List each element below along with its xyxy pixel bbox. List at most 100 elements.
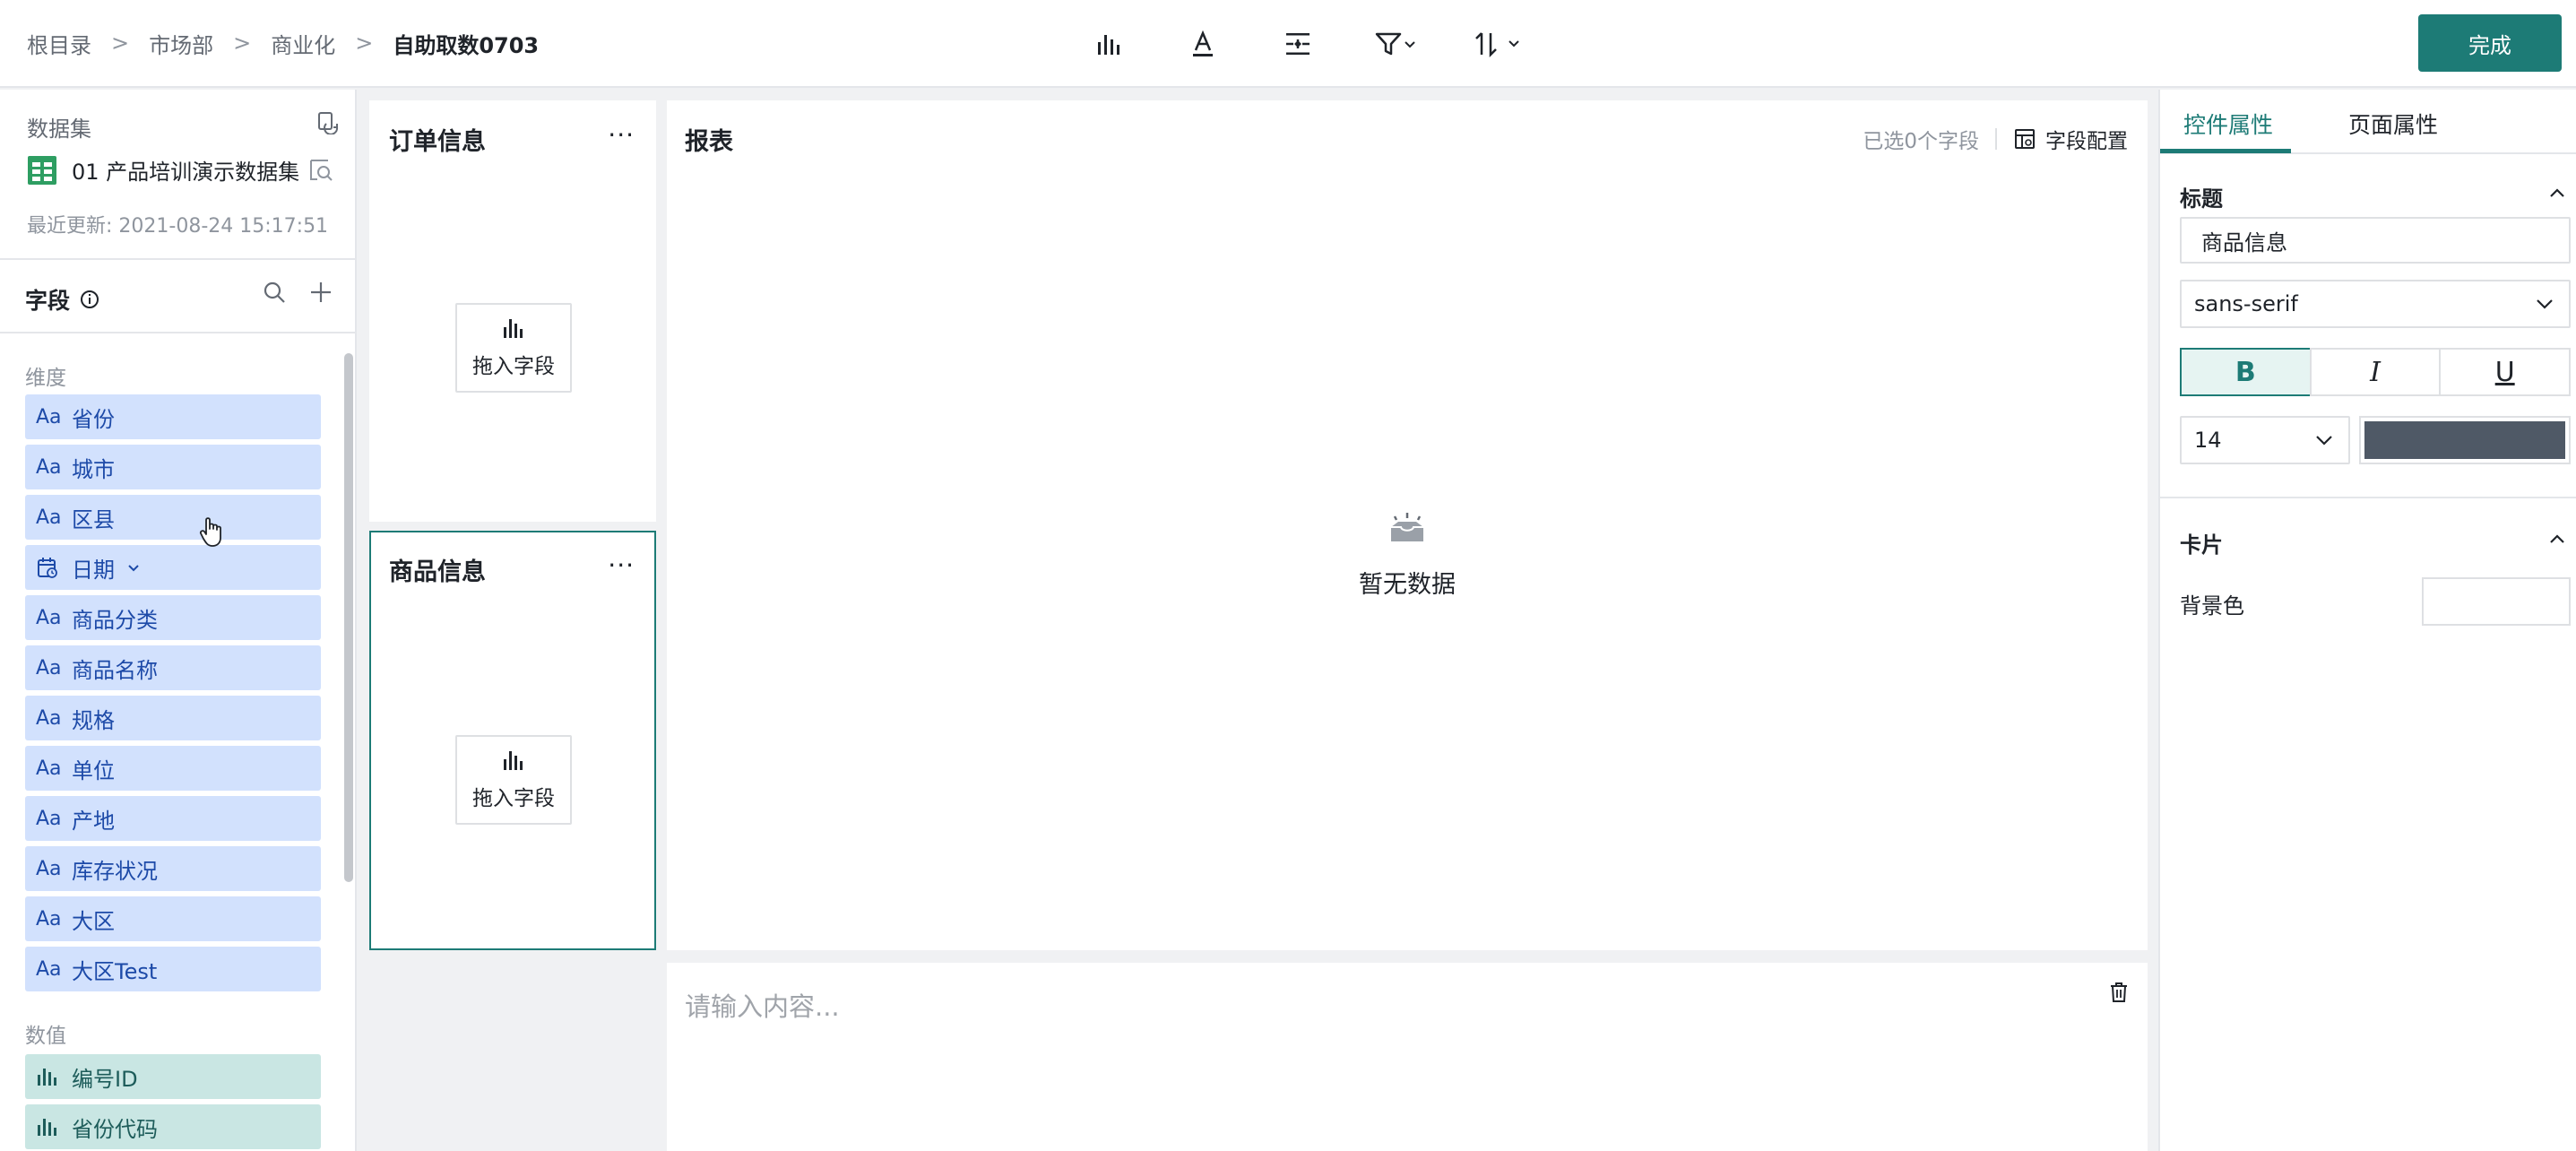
dimension-field[interactable]: Aa 规格 [25, 696, 321, 740]
card-title: 订单信息 [389, 128, 486, 156]
search-icon[interactable] [262, 280, 287, 305]
background-color-picker[interactable] [2422, 577, 2571, 626]
trash-icon[interactable] [2108, 981, 2130, 1004]
field-name: 大区 [72, 908, 115, 934]
dimension-field-date[interactable]: 日期 [25, 545, 321, 590]
insert-text-button[interactable] [1174, 23, 1232, 65]
insert-divider-icon [1286, 33, 1310, 55]
field-list-scrollbar[interactable] [344, 353, 353, 882]
text-widget[interactable]: 请输入内容... [667, 963, 2148, 1151]
field-name: 城市 [72, 456, 115, 482]
calendar-icon [36, 556, 72, 579]
field-header: 字段 [25, 283, 100, 316]
dimension-field[interactable]: Aa 大区 [25, 896, 321, 941]
title-section-label: 标题 [2180, 186, 2223, 212]
field-name: 商品名称 [72, 657, 158, 683]
dimension-field[interactable]: Aa 单位 [25, 746, 321, 791]
order-info-card[interactable]: 订单信息 ··· 拖入字段 [369, 100, 656, 522]
italic-button[interactable]: I [2309, 348, 2442, 396]
report-title: 报表 [685, 128, 733, 156]
text-type-icon: Aa [36, 907, 62, 930]
drop-zone-label: 拖入字段 [472, 355, 555, 378]
dataset-name: 01 产品培训演示数据集 [72, 160, 300, 185]
field-name: 省份 [72, 406, 115, 432]
dimension-field[interactable]: Aa 城市 [25, 445, 321, 489]
title-color-fill [2364, 421, 2565, 459]
field-config-button[interactable]: 字段配置 [2013, 124, 2128, 154]
insert-chart-button[interactable] [1079, 23, 1137, 65]
card-section-label: 卡片 [2180, 532, 2223, 558]
add-icon[interactable] [308, 280, 333, 305]
active-tab-indicator [2160, 149, 2291, 153]
dimension-field[interactable]: Aa 产地 [25, 796, 321, 841]
dimension-field[interactable]: Aa 区县 [25, 495, 321, 540]
tab-widget-properties[interactable]: 控件属性 [2183, 108, 2273, 140]
field-name: 省份代码 [72, 1116, 158, 1142]
chevron-up-icon[interactable] [2547, 529, 2567, 549]
dimension-field[interactable]: Aa 省份 [25, 394, 321, 439]
properties-tabs: 控件属性 页面属性 [2160, 90, 2576, 154]
font-size-select[interactable]: 14 [2180, 416, 2350, 464]
field-actions [262, 280, 355, 305]
chevron-down-icon[interactable] [125, 559, 142, 576]
dimension-list: Aa 省份 Aa 城市 Aa 区县 日期 Aa 商品分类 Aa 商品名称 Aa … [25, 394, 321, 997]
dimension-group-label: 维度 [25, 367, 66, 390]
field-name: 单位 [72, 757, 115, 783]
field-drop-zone[interactable]: 拖入字段 [455, 735, 572, 825]
selected-field-count: 已选0个字段 [1863, 130, 1979, 153]
title-color-picker[interactable] [2359, 416, 2571, 464]
text-color-icon [1193, 30, 1213, 56]
text-type-icon: Aa [36, 405, 62, 428]
info-icon[interactable] [79, 289, 100, 310]
breadcrumb-item-market[interactable]: 市场部 [149, 28, 213, 59]
dataset-row[interactable]: 01 产品培训演示数据集 [27, 154, 341, 186]
divider [1995, 128, 1997, 150]
dimension-field[interactable]: Aa 库存状况 [25, 846, 321, 891]
field-name: 库存状况 [72, 858, 158, 884]
more-options-icon[interactable]: ··· [608, 550, 635, 580]
sort-button[interactable] [1466, 23, 1531, 65]
text-type-icon: Aa [36, 606, 62, 629]
field-drop-zone[interactable]: 拖入字段 [455, 303, 572, 393]
font-family-value: sans-serif [2194, 291, 2298, 316]
measure-field[interactable]: 省份代码 [25, 1104, 321, 1149]
product-info-card[interactable]: 商品信息 ··· 拖入字段 [369, 531, 656, 950]
bold-button[interactable]: B [2180, 348, 2312, 396]
bar-chart-icon [504, 751, 523, 770]
tab-page-properties[interactable]: 页面属性 [2348, 108, 2438, 140]
report-meta: 已选0个字段 字段配置 [1863, 124, 2128, 154]
underline-button[interactable]: U [2439, 348, 2572, 396]
spreadsheet-icon [28, 155, 56, 185]
breadcrumb-separator: > [355, 30, 374, 56]
empty-state-text: 暂无数据 [1359, 571, 1456, 599]
text-type-icon: Aa [36, 857, 62, 880]
text-type-icon: Aa [36, 656, 62, 679]
hand-cursor-icon [199, 517, 221, 547]
chevron-up-icon[interactable] [2547, 183, 2567, 203]
dimension-field[interactable]: Aa 商品分类 [25, 595, 321, 640]
dataset-preview-icon[interactable] [308, 158, 333, 183]
title-input[interactable]: 商品信息 [2180, 217, 2571, 264]
more-options-icon[interactable]: ··· [608, 120, 635, 150]
filter-button[interactable] [1364, 23, 1429, 65]
breadcrumb-item-root[interactable]: 根目录 [27, 28, 91, 59]
refresh-icon[interactable] [316, 109, 341, 134]
divider [0, 258, 355, 260]
breadcrumb-item-commercial[interactable]: 商业化 [271, 28, 335, 59]
insert-divider-button[interactable] [1269, 23, 1327, 65]
text-type-icon: Aa [36, 957, 62, 981]
dimension-field[interactable]: Aa 商品名称 [25, 645, 321, 690]
report-card[interactable]: 报表 已选0个字段 字段配置 暂无数据 [667, 100, 2148, 950]
text-widget-placeholder[interactable]: 请输入内容... [685, 986, 840, 1024]
properties-panel: 控件属性 页面属性 标题 商品信息 sans-serif B I U 14 卡片… [2158, 90, 2576, 1151]
drop-zone-label: 拖入字段 [472, 787, 555, 810]
measure-group-label: 数值 [25, 1025, 66, 1048]
dimension-field[interactable]: Aa 大区Test [25, 947, 321, 991]
done-button[interactable]: 完成 [2418, 14, 2562, 72]
measure-field[interactable]: 编号ID [25, 1054, 321, 1099]
font-family-select[interactable]: sans-serif [2180, 280, 2571, 328]
breadcrumb-current: 自助取数0703 [393, 32, 540, 58]
empty-state: 暂无数据 [667, 509, 2148, 600]
filter-icon [1375, 32, 1415, 56]
field-name: 日期 [72, 557, 115, 583]
